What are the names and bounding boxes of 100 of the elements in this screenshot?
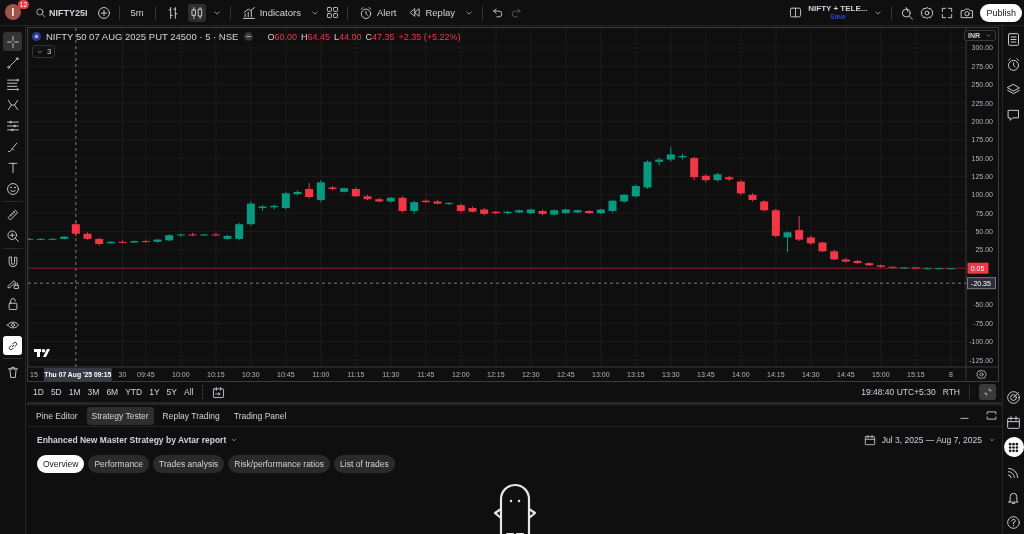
range-button[interactable]: 5Y: [166, 387, 177, 397]
candle: [631, 184, 640, 199]
indicators-toggle-button[interactable]: 3: [32, 45, 56, 58]
candle: [433, 199, 442, 205]
undo-icon[interactable]: [491, 6, 505, 19]
symbol-search-button[interactable]: NIFTY25I: [32, 5, 91, 20]
candle: [398, 195, 407, 213]
fullscreen-icon[interactable]: [940, 5, 955, 20]
candle: [71, 220, 80, 237]
range-button[interactable]: YTD: [125, 387, 143, 397]
candle: [748, 192, 757, 202]
alarm-clock-icon: [358, 5, 373, 20]
range-button[interactable]: 6M: [106, 387, 119, 397]
chart-type-button[interactable]: [187, 3, 206, 22]
indicators-icon: [241, 5, 256, 20]
collapse-button[interactable]: [979, 384, 996, 400]
apps-button[interactable]: [1003, 437, 1024, 457]
candle: [503, 210, 512, 216]
publish-button[interactable]: Publish: [980, 3, 1022, 22]
session-button[interactable]: RTH: [942, 387, 960, 397]
minus-circle-icon[interactable]: [243, 31, 255, 42]
report-dropdown[interactable]: Enhanced New Master Strategy by Avtar report: [37, 435, 239, 445]
quick-search-icon[interactable]: [900, 5, 915, 20]
section-tab[interactable]: Risk/performance ratios: [228, 455, 331, 473]
panel-tab[interactable]: Strategy Tester: [86, 406, 154, 425]
candle: [176, 233, 185, 238]
candle: [818, 241, 827, 253]
section-tab[interactable]: Trades analysis: [153, 455, 225, 473]
candles-icon: [189, 5, 204, 20]
candle: [340, 187, 349, 194]
candle: [923, 267, 932, 270]
rewind-icon: [408, 6, 422, 19]
candle: [83, 231, 92, 241]
link-tool-button[interactable]: [3, 336, 22, 355]
layers-icon: [1006, 81, 1021, 97]
panel-tab[interactable]: Trading Panel: [228, 406, 292, 425]
interval-button[interactable]: 5m: [127, 5, 147, 20]
magnet-icon: [5, 254, 20, 269]
settings-icon[interactable]: [920, 5, 935, 20]
candle: [351, 187, 360, 198]
candle: [771, 208, 780, 238]
candle: [585, 209, 594, 215]
section-tab[interactable]: Performance: [88, 455, 150, 473]
candle: [713, 172, 722, 183]
candle: [258, 204, 267, 212]
grid-icon[interactable]: [325, 6, 339, 19]
candle: [281, 191, 290, 210]
ohlc-value: H64.45: [300, 31, 330, 42]
candle: [153, 238, 162, 244]
panel-tab[interactable]: Pine Editor: [31, 406, 83, 425]
user-avatar[interactable]: I: [5, 4, 21, 20]
candle: [36, 237, 45, 241]
range-button[interactable]: 1D: [33, 387, 44, 397]
candle: [876, 264, 885, 268]
alert-button[interactable]: Alert: [355, 3, 400, 22]
list-icon: [1006, 31, 1021, 47]
split-layout-icon[interactable]: [789, 6, 803, 19]
range-button[interactable]: All: [184, 387, 194, 397]
indicators-button[interactable]: Indicators: [238, 3, 304, 22]
camera-icon[interactable]: [960, 5, 975, 20]
range-button[interactable]: 3M: [87, 387, 100, 397]
candle: [596, 208, 605, 215]
candle: [830, 249, 839, 261]
candle: [526, 208, 535, 215]
maximize-icon[interactable]: [985, 409, 998, 422]
range-button[interactable]: 5D: [50, 387, 62, 397]
caret-icon: [988, 436, 996, 444]
crosshair-tool-button[interactable]: [3, 32, 22, 51]
search-icon: [35, 7, 46, 18]
section-tab[interactable]: Overview: [37, 455, 85, 473]
date-range-dropdown[interactable]: Jul 3, 2025 — Aug 7, 2025: [881, 435, 996, 445]
candle: [48, 237, 57, 241]
candle: [760, 199, 769, 213]
logo-icon: [34, 349, 50, 357]
replay-button[interactable]: Replay: [405, 4, 459, 21]
section-tab[interactable]: List of trades: [334, 455, 395, 473]
candle: [270, 203, 279, 210]
range-button[interactable]: 1Y: [149, 387, 160, 397]
candle: [468, 206, 477, 213]
candle: [701, 173, 710, 183]
lines-icon: [5, 76, 20, 91]
range-button[interactable]: 1M: [68, 387, 81, 397]
candle: [410, 200, 419, 215]
lock-icon: [5, 296, 20, 311]
dotted-lines-icon: [5, 118, 20, 133]
candle: [853, 259, 862, 265]
plus-circle-icon[interactable]: [96, 5, 111, 20]
ohlc-value: C47.35: [365, 31, 395, 42]
trash-icon: [5, 364, 20, 379]
calendar-icon[interactable]: [863, 434, 876, 446]
panel-tab[interactable]: Replay Trading: [157, 406, 225, 425]
candle: [95, 237, 104, 246]
candle: [865, 261, 874, 267]
ruler-icon: [5, 207, 20, 222]
target-icon: [1006, 389, 1021, 405]
settings-icon[interactable]: [976, 370, 987, 379]
candle: [165, 233, 174, 242]
candle: [806, 235, 815, 246]
emoji-icon: [5, 181, 20, 196]
candle: [666, 146, 675, 163]
